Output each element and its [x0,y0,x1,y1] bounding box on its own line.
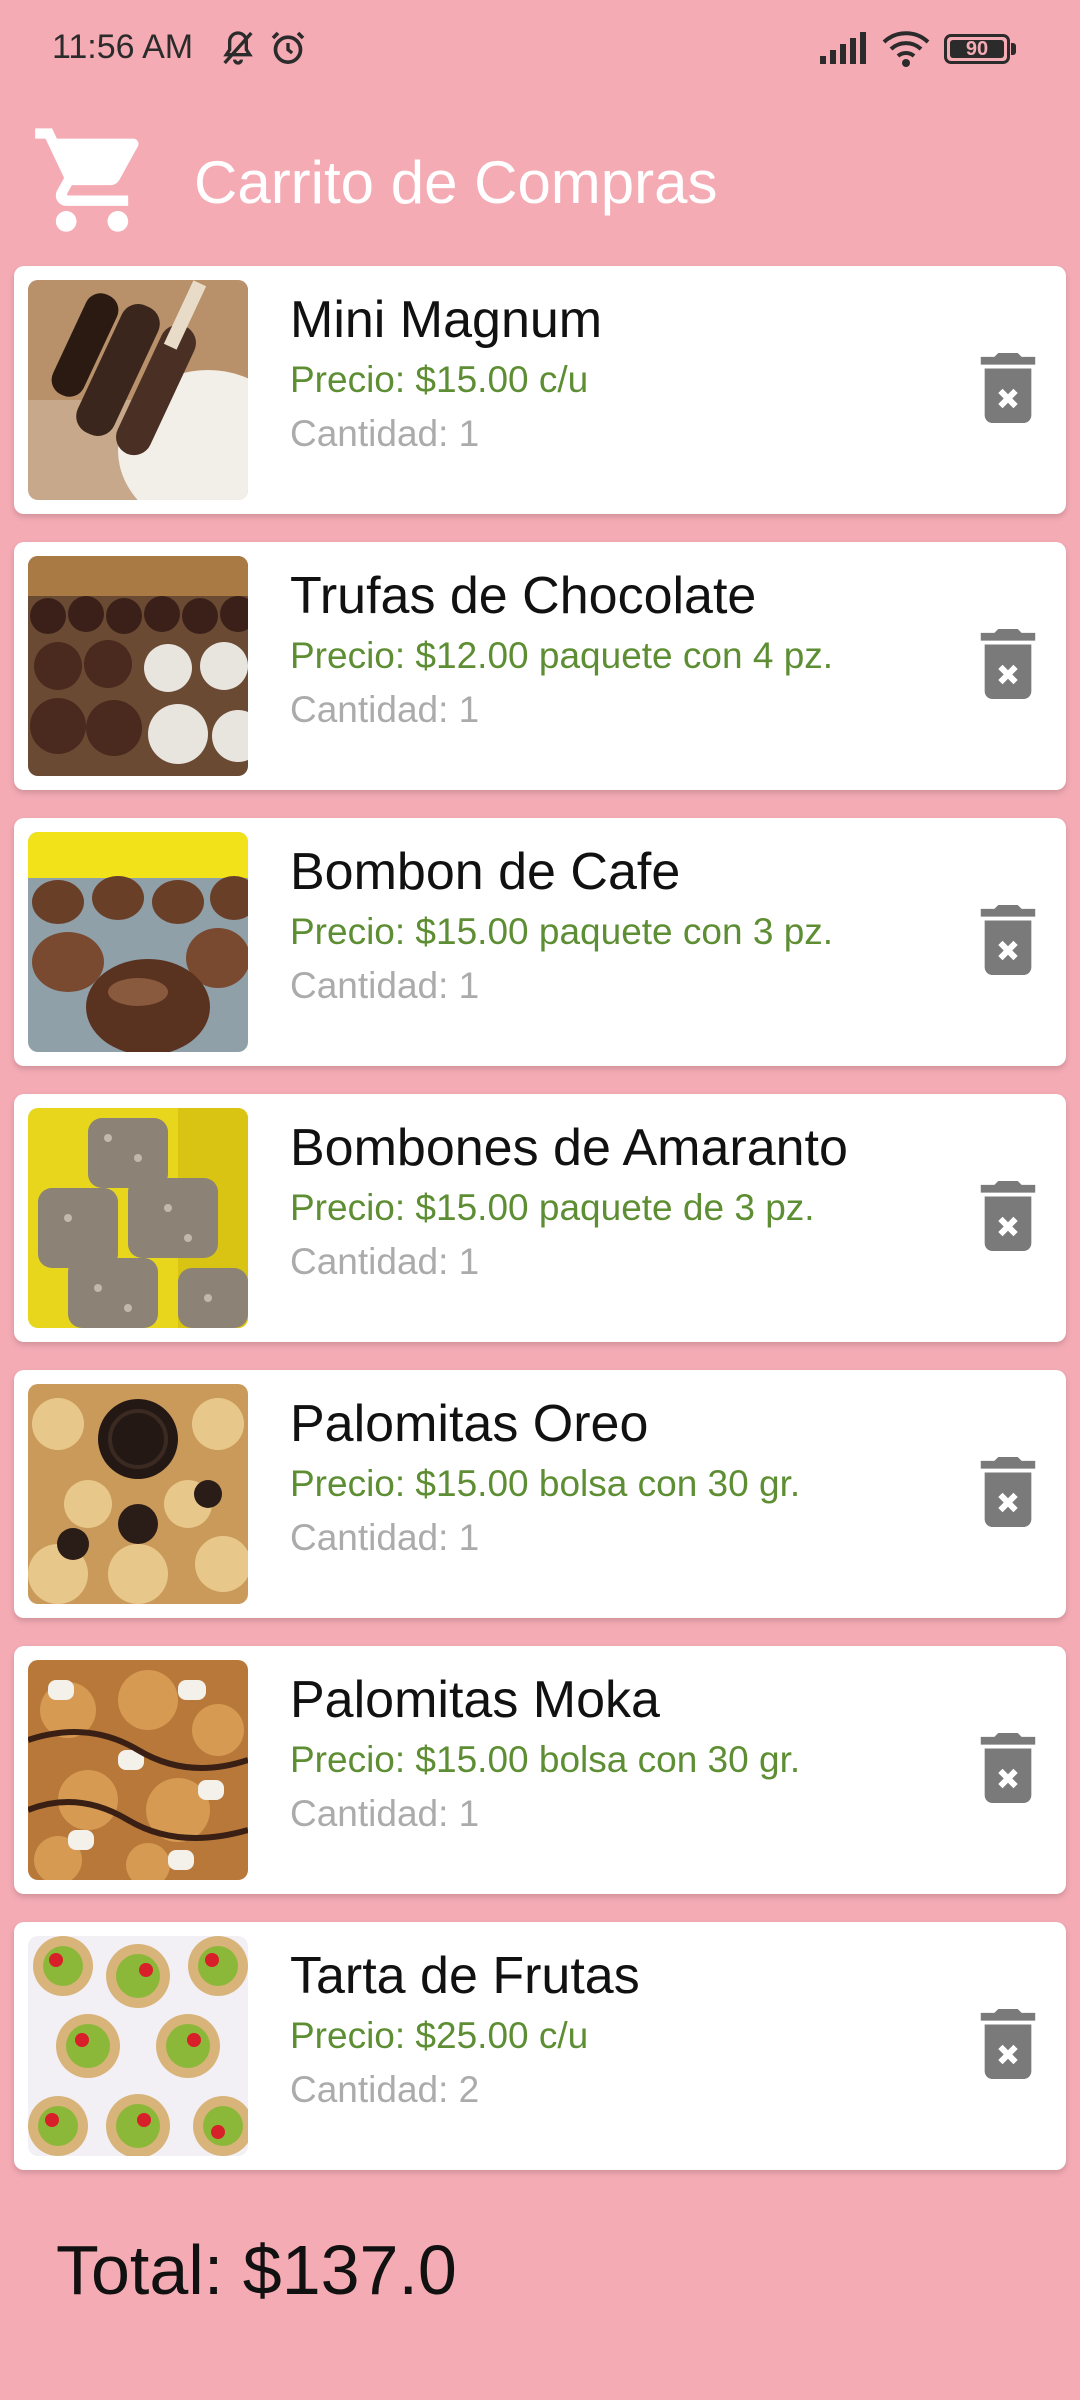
product-image [28,280,248,500]
product-image [28,1660,248,1880]
item-info: Mini Magnum Precio: $15.00 c/u Cantidad:… [290,288,602,460]
item-price: Precio: $15.00 paquete de 3 pz. [290,1187,815,1228]
delete-item-button[interactable] [976,1732,1040,1808]
alarm-icon [268,28,308,68]
delete-icon [979,352,1037,428]
item-price: Precio: $15.00 bolsa con 30 gr. [290,1463,801,1504]
page-title: Carrito de Compras [194,149,718,216]
delete-item-button[interactable] [976,352,1040,428]
status-bar: 11:56 AM 90 [0,0,1080,100]
cart-item: Palomitas Oreo Precio: $15.00 bolsa con … [14,1370,1066,1618]
item-quantity: Cantidad: 1 [290,1517,480,1558]
cart-item: Trufas de Chocolate Precio: $12.00 paque… [14,542,1066,790]
delete-item-button[interactable] [976,1456,1040,1532]
delete-item-button[interactable] [976,904,1040,980]
delete-item-button[interactable] [976,628,1040,704]
signal-icon [818,32,868,66]
status-icons-left [218,28,308,68]
item-quantity: Cantidad: 1 [290,965,480,1006]
delete-icon [979,628,1037,704]
item-info: Trufas de Chocolate Precio: $12.00 paque… [290,564,833,736]
item-price: Precio: $12.00 paquete con 4 pz. [290,635,834,676]
delete-icon [979,1732,1037,1808]
status-time: 11:56 AM [52,28,194,66]
item-name: Trufas de Chocolate [290,567,757,625]
cart-item: Bombones de Amaranto Precio: $15.00 paqu… [14,1094,1066,1342]
item-quantity: Cantidad: 2 [290,2069,480,2110]
product-image [28,832,248,1052]
item-price: Precio: $25.00 c/u [290,2015,589,2056]
item-info: Bombones de Amaranto Precio: $15.00 paqu… [290,1116,848,1288]
item-info: Palomitas Oreo Precio: $15.00 bolsa con … [290,1392,800,1564]
item-name: Bombones de Amaranto [290,1119,848,1177]
wifi-icon [882,30,930,68]
delete-icon [979,2008,1037,2084]
product-image [28,1936,248,2156]
mute-bell-icon [218,28,258,68]
item-name: Bombon de Cafe [290,843,681,901]
battery-level: 90 [965,38,989,60]
item-name: Palomitas Oreo [290,1395,649,1453]
product-image [28,1108,248,1328]
cart-item: Palomitas Moka Precio: $15.00 bolsa con … [14,1646,1066,1894]
item-quantity: Cantidad: 1 [290,1241,480,1282]
item-name: Tarta de Frutas [290,1947,640,2005]
item-quantity: Cantidad: 1 [290,1793,480,1834]
status-icons-right: 90 [818,30,1016,68]
item-price: Precio: $15.00 c/u [290,359,589,400]
item-price: Precio: $15.00 paquete con 3 pz. [290,911,834,952]
item-quantity: Cantidad: 1 [290,413,480,454]
cart-item: Mini Magnum Precio: $15.00 c/u Cantidad:… [14,266,1066,514]
item-quantity: Cantidad: 1 [290,689,480,730]
item-name: Mini Magnum [290,291,603,349]
cart-total: Total: $137.0 [56,2231,457,2309]
item-info: Palomitas Moka Precio: $15.00 bolsa con … [290,1668,800,1840]
shopping-cart-icon [30,118,154,247]
cart-item: Bombon de Cafe Precio: $15.00 paquete co… [14,818,1066,1066]
item-price: Precio: $15.00 bolsa con 30 gr. [290,1739,801,1780]
delete-item-button[interactable] [976,2008,1040,2084]
delete-icon [979,1180,1037,1256]
item-name: Palomitas Moka [290,1671,660,1729]
product-image [28,556,248,776]
delete-icon [979,904,1037,980]
delete-item-button[interactable] [976,1180,1040,1256]
item-info: Tarta de Frutas Precio: $25.00 c/u Canti… [290,1944,640,2116]
app-bar: Carrito de Compras [0,110,1080,250]
item-info: Bombon de Cafe Precio: $15.00 paquete co… [290,840,833,1012]
battery-icon: 90 [944,32,1016,66]
delete-icon [979,1456,1037,1532]
cart-item: Tarta de Frutas Precio: $25.00 c/u Canti… [14,1922,1066,2170]
product-image [28,1384,248,1604]
